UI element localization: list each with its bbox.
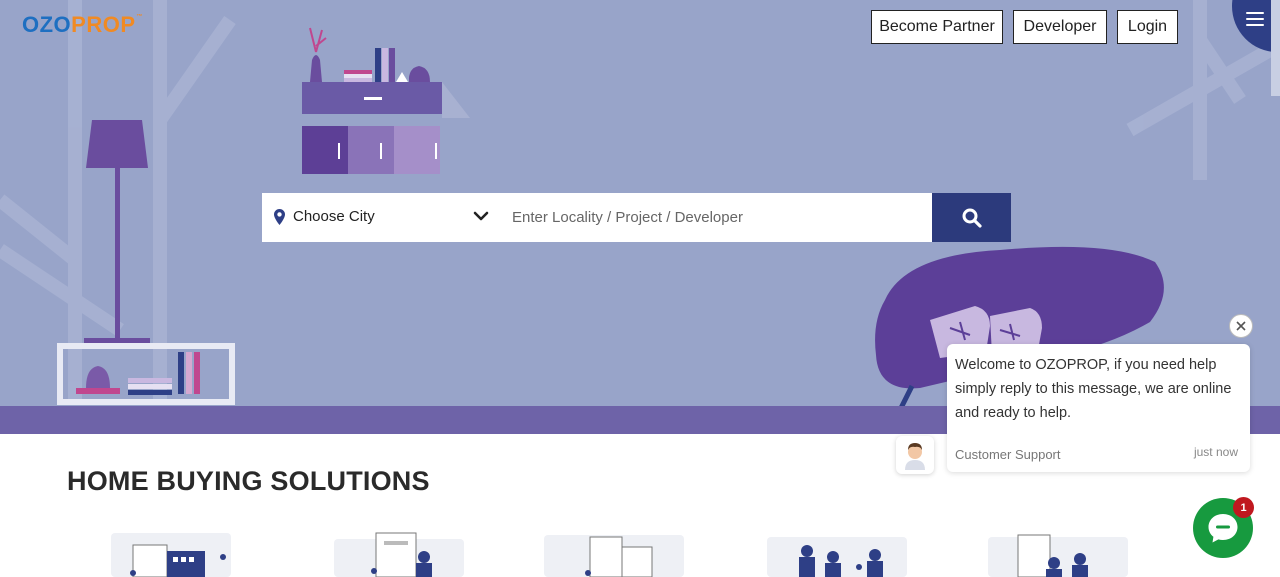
chat-close-button[interactable]	[1229, 314, 1253, 338]
chat-welcome-message[interactable]: Welcome to OZOPROP, if you need help sim…	[947, 344, 1250, 472]
city-select-label: Choose City	[293, 208, 375, 225]
solution-card-illustration[interactable]	[540, 527, 690, 577]
solution-card-illustration[interactable]	[984, 527, 1134, 577]
menu-line	[1246, 18, 1264, 20]
search-icon	[962, 208, 982, 228]
login-button[interactable]: Login	[1117, 10, 1178, 44]
locality-search-input[interactable]	[507, 193, 932, 242]
agent-avatar-icon	[905, 443, 925, 470]
solution-card-illustration[interactable]	[763, 527, 913, 577]
city-select-dropdown[interactable]: Choose City	[262, 193, 505, 242]
unread-count-badge: 1	[1233, 497, 1254, 518]
chat-sender-name: Customer Support	[955, 447, 1061, 462]
support-agent-avatar	[896, 436, 934, 474]
logo-part-prop: PROP	[71, 12, 136, 37]
property-search-bar: Choose City	[262, 193, 1011, 242]
solution-card-illustration[interactable]	[328, 527, 478, 577]
chat-timestamp: just now	[1193, 445, 1238, 459]
home-buying-solutions-title: HOME BUYING SOLUTIONS	[67, 466, 430, 496]
ozoprop-logo[interactable]: OZOPROP™	[22, 14, 143, 36]
chevron-down-icon	[473, 211, 489, 221]
developer-button[interactable]: Developer	[1013, 10, 1107, 44]
chat-message-text: Welcome to OZOPROP, if you need help sim…	[955, 357, 1232, 421]
logo-trademark: ™	[136, 14, 144, 20]
close-icon	[1236, 321, 1246, 331]
solution-card-illustration[interactable]	[103, 527, 253, 577]
search-button[interactable]	[932, 193, 1011, 242]
hamburger-menu-icon[interactable]	[1246, 12, 1264, 26]
page: OZOPROP™ Become Partner Developer Login …	[0, 0, 1280, 577]
side-scroll-strip	[1271, 0, 1280, 96]
map-pin-icon	[274, 209, 285, 225]
logo-part-ozo: OZO	[22, 12, 72, 37]
menu-line	[1246, 24, 1264, 26]
become-partner-button[interactable]: Become Partner	[871, 10, 1003, 44]
menu-line	[1246, 12, 1264, 14]
